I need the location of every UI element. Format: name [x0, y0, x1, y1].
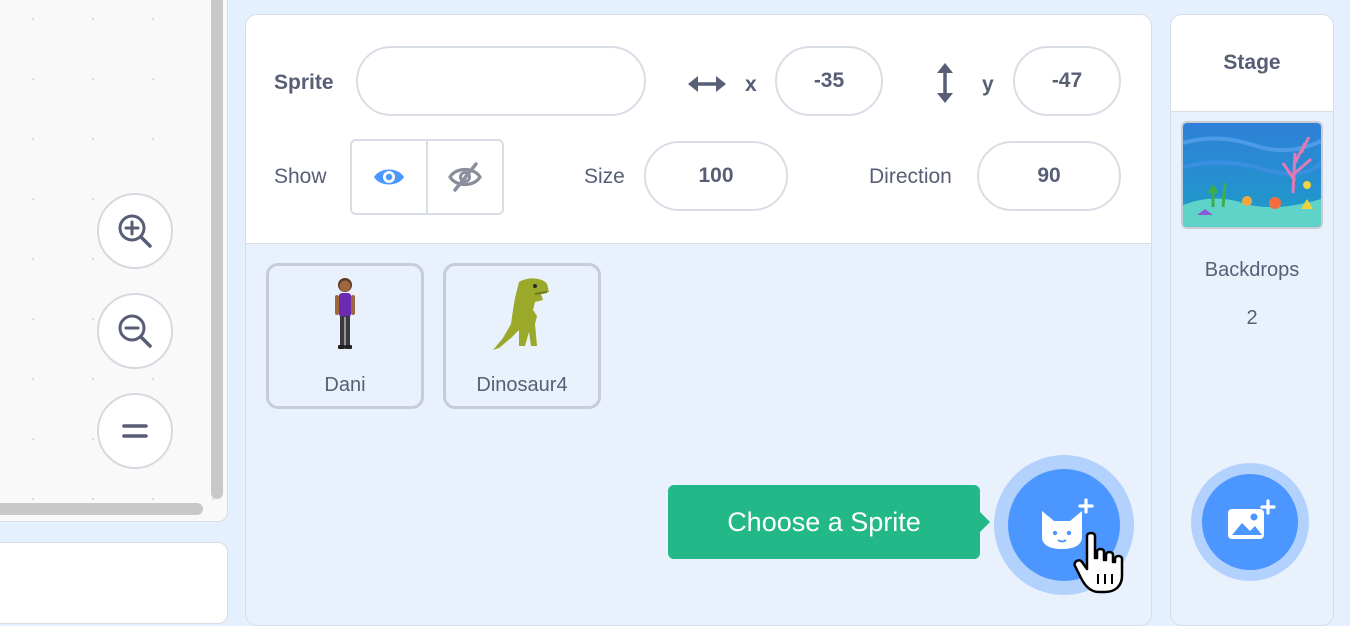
- horizontal-arrows-icon: [688, 76, 726, 92]
- hide-sprite-button[interactable]: [428, 141, 502, 213]
- size-label: Size: [584, 165, 625, 188]
- image-plus-icon: [1228, 499, 1276, 539]
- choose-sprite-tooltip: Choose a Sprite: [668, 485, 990, 559]
- vertical-arrows-icon: [937, 63, 953, 103]
- backdrops-count: 2: [1246, 307, 1258, 329]
- sprite-tile-label: Dinosaur4: [476, 374, 568, 396]
- x-position-input[interactable]: -35: [775, 46, 883, 116]
- underwater-backdrop-image: [1183, 123, 1321, 227]
- eye-icon: [374, 169, 404, 185]
- zoom-out-icon: [118, 314, 152, 348]
- sprite-name-input[interactable]: [356, 46, 646, 116]
- zoom-in-button[interactable]: [97, 193, 173, 269]
- eye-slash-icon: [448, 162, 482, 192]
- sprite-name-label: Sprite: [274, 71, 334, 94]
- vertical-scrollbar[interactable]: [211, 0, 223, 499]
- zoom-out-button[interactable]: [97, 293, 173, 369]
- zoom-in-icon: [118, 214, 152, 248]
- sprite-tile-dinosaur4[interactable]: Dinosaur4: [443, 263, 601, 409]
- stage-backdrop-thumbnail[interactable]: [1181, 121, 1323, 229]
- dani-sprite-thumbnail: [335, 278, 355, 349]
- zoom-reset-icon: [122, 424, 148, 438]
- y-label: y: [982, 73, 994, 96]
- horizontal-scrollbar[interactable]: [0, 503, 203, 515]
- direction-label: Direction: [869, 165, 952, 188]
- size-input[interactable]: 100: [644, 141, 788, 211]
- pointer-hand-cursor-icon: [1073, 531, 1124, 594]
- x-label: x: [745, 73, 757, 96]
- choose-backdrop-button-halo: [1191, 463, 1309, 581]
- dinosaur-sprite-thumbnail: [493, 278, 549, 350]
- sprite-info-panel: Sprite x -35 y -47 Show Size 100 Directi…: [246, 15, 1151, 244]
- stage-title[interactable]: Stage: [1171, 15, 1333, 112]
- backdrops-label: Backdrops: [1204, 259, 1300, 281]
- sprite-tile-label: Dani: [324, 374, 366, 396]
- zoom-reset-button[interactable]: [97, 393, 173, 469]
- show-toggle-group: [350, 139, 504, 215]
- show-sprite-button[interactable]: [352, 141, 428, 213]
- sprite-tile-dani[interactable]: Dani: [266, 263, 424, 409]
- show-label: Show: [274, 165, 327, 188]
- code-area-bottom-panel: [0, 542, 228, 624]
- code-workspace[interactable]: [0, 0, 228, 522]
- tooltip-text: Choose a Sprite: [727, 506, 921, 537]
- choose-backdrop-button[interactable]: [1202, 474, 1298, 570]
- direction-input[interactable]: 90: [977, 141, 1121, 211]
- y-position-input[interactable]: -47: [1013, 46, 1121, 116]
